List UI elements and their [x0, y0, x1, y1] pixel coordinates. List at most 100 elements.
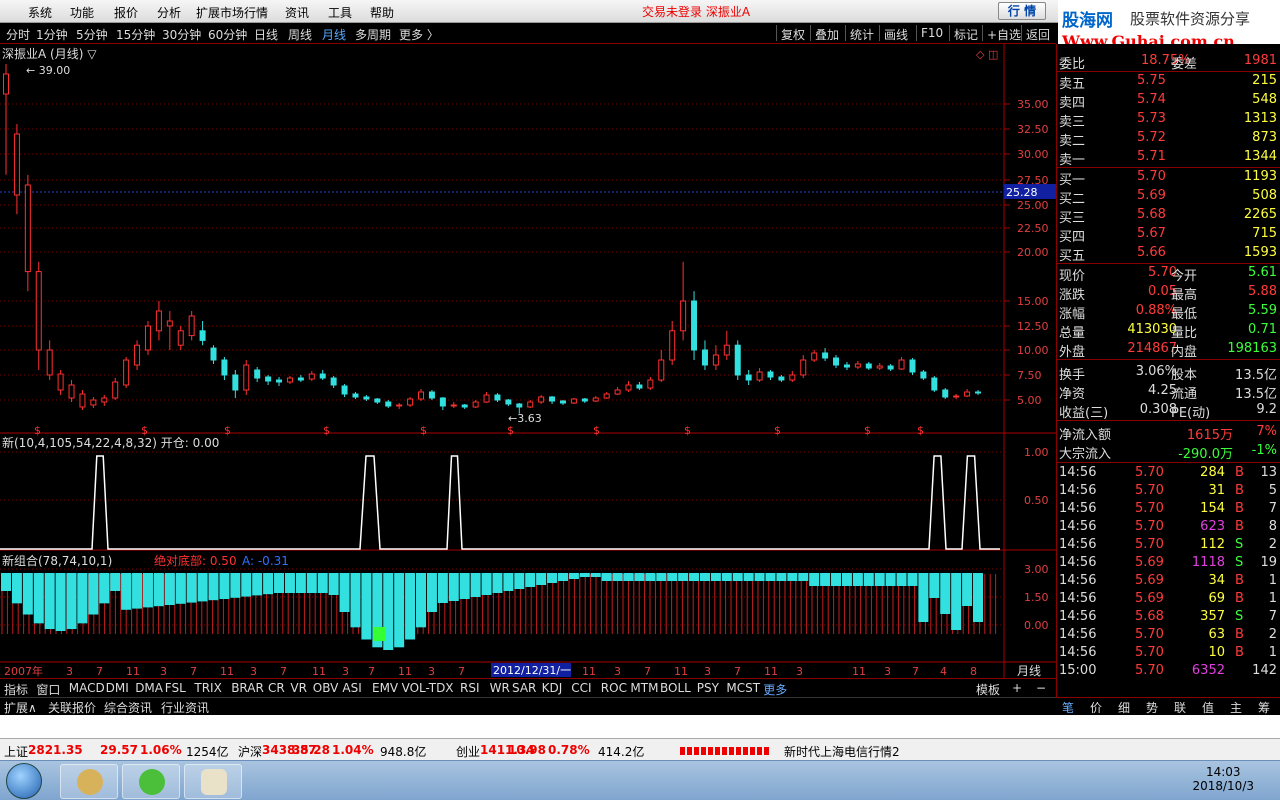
period-tab-4[interactable]: 30分钟 — [162, 26, 201, 43]
dividend-marker: $ — [507, 424, 514, 437]
period-tab-0[interactable]: 分时 — [6, 26, 30, 43]
indicator-tab-2[interactable]: MACD — [69, 681, 105, 695]
indicator-tab-6[interactable]: TRIX — [194, 681, 221, 695]
panel-tab-4[interactable]: 联 — [1174, 699, 1186, 716]
indicator-tab-11[interactable]: ASI — [342, 681, 361, 695]
ext-tab-2[interactable]: 综合资讯 — [104, 699, 152, 716]
tool-7[interactable]: 返回 — [1026, 26, 1050, 43]
menu-1[interactable]: 功能 — [70, 4, 94, 21]
indicator-tab-15[interactable]: WR — [490, 681, 510, 695]
menu-4[interactable]: 扩展市场行情 — [196, 4, 268, 21]
cyan-bar — [907, 573, 918, 586]
period-tab-9[interactable]: 多周期 — [355, 26, 391, 43]
indicator-tab-24[interactable]: 更多 — [763, 681, 787, 698]
quote-value: 214867 — [1127, 341, 1177, 356]
tool-5[interactable]: 标记 — [954, 26, 978, 43]
panel-tab-5[interactable]: 值 — [1202, 699, 1214, 716]
indicator-tab-14[interactable]: RSI — [460, 681, 480, 695]
ext-tab-3[interactable]: 行业资讯 — [161, 699, 209, 716]
cyan-bar — [601, 573, 612, 581]
indicator-tab-17[interactable]: KDJ — [542, 681, 563, 695]
period-tab-3[interactable]: 15分钟 — [116, 26, 155, 43]
period-tab-6[interactable]: 日线 — [254, 26, 278, 43]
panel-tab-6[interactable]: 主 — [1230, 699, 1242, 716]
candle-body — [549, 396, 556, 402]
ask-volume: 873 — [1252, 130, 1277, 145]
period-tab-7[interactable]: 周线 — [288, 26, 312, 43]
cursor-date: 2012/12/31/一 — [493, 664, 571, 677]
panel-tab-1[interactable]: 价 — [1090, 699, 1102, 716]
indicator-tab-12[interactable]: EMV — [372, 681, 398, 695]
candle-body — [538, 396, 545, 403]
indicator-tab-8[interactable]: CR — [268, 681, 285, 695]
menu-5[interactable]: 资讯 — [285, 4, 309, 21]
cyan-bar — [1, 573, 11, 591]
chart-corner-icons: ◇ ◫ — [976, 48, 998, 61]
index-pct-0: 1.06% — [140, 743, 182, 757]
tool-2[interactable]: 统计 — [850, 26, 874, 43]
indicator-tab-23[interactable]: MCST — [726, 681, 760, 695]
system-clock[interactable]: 14:03 2018/10/3 — [1192, 765, 1254, 793]
tool-0[interactable]: 复权 — [781, 26, 805, 43]
tick-price: 5.70 — [1135, 519, 1164, 534]
indicator-tab-5[interactable]: FSL — [165, 681, 186, 695]
panel-tab-2[interactable]: 细 — [1118, 699, 1130, 716]
tick-price: 5.70 — [1135, 483, 1164, 498]
tool-4[interactable]: F10 — [921, 26, 943, 40]
panel-tab-7[interactable]: 筹 — [1258, 699, 1270, 716]
ask-volume: 548 — [1252, 92, 1277, 107]
period-tab-10[interactable]: 更多 〉 — [399, 26, 439, 43]
y-tick-label: 7.50 — [1017, 369, 1042, 382]
taskbar-app-paint[interactable] — [184, 764, 242, 799]
menu-3[interactable]: 分析 — [157, 4, 181, 21]
panel-tab-3[interactable]: 势 — [1146, 699, 1158, 716]
menu-6[interactable]: 工具 — [328, 4, 352, 21]
taskbar-app-newtimes[interactable] — [60, 764, 118, 799]
period-tab-8[interactable]: 月线 — [322, 26, 346, 43]
candle-body — [942, 389, 949, 398]
cyan-bar — [186, 573, 197, 603]
candle-body — [559, 400, 566, 404]
indicator-right-0[interactable]: 模板 — [976, 681, 1000, 698]
indicator-tab-9[interactable]: VR — [290, 681, 307, 695]
tool-1[interactable]: 叠加 — [815, 26, 839, 43]
menu-2[interactable]: 报价 — [114, 4, 138, 21]
legend-absolute-bottom: 绝对底部: 0.50 — [154, 553, 237, 568]
quote-mode-button[interactable]: 行 情 — [998, 2, 1046, 20]
tool-6[interactable]: +自选 — [987, 26, 1021, 43]
quote-label: 外盘 — [1059, 345, 1086, 360]
period-tab-5[interactable]: 60分钟 — [208, 26, 247, 43]
indicator-tab-1[interactable]: 窗口 — [36, 681, 60, 698]
indicator-tab-3[interactable]: DMI — [106, 681, 129, 695]
tool-3[interactable]: 画线 — [884, 26, 908, 43]
indicator-tab-10[interactable]: OBV — [313, 681, 339, 695]
ext-tab-1[interactable]: 关联报价 — [48, 699, 96, 716]
panel-tab-0[interactable]: 笔 — [1062, 699, 1074, 716]
indicator-tab-13[interactable]: VOL-TDX — [402, 681, 454, 695]
indicator-tab-22[interactable]: PSY — [697, 681, 719, 695]
start-button[interactable] — [6, 763, 42, 799]
indicator-right-2[interactable]: − — [1036, 681, 1046, 695]
indicator-tab-16[interactable]: SAR — [512, 681, 536, 695]
tick-row: 14:56 5.70 31 B 5 — [1057, 482, 1280, 501]
indicator-tab-21[interactable]: BOLL — [660, 681, 691, 695]
indicator-tab-19[interactable]: ROC — [601, 681, 627, 695]
cyan-bar — [503, 573, 514, 591]
indicator-tab-20[interactable]: MTM — [630, 681, 658, 695]
period-tab-1[interactable]: 1分钟 — [36, 26, 68, 43]
period-tab-2[interactable]: 5分钟 — [76, 26, 108, 43]
cyan-bar — [973, 573, 983, 622]
kline-chart[interactable]: 35.0032.5030.0027.5025.0022.5020.0015.00… — [0, 44, 1056, 678]
indicator-tab-18[interactable]: CCI — [571, 681, 591, 695]
candle-body — [35, 271, 42, 351]
indicator-tab-4[interactable]: DMA — [135, 681, 163, 695]
menu-7[interactable]: 帮助 — [370, 4, 394, 21]
candle-body — [13, 133, 20, 196]
indicator-tab-7[interactable]: BRAR — [231, 681, 264, 695]
ext-tab-0[interactable]: 扩展∧ — [4, 699, 37, 716]
indicator-tab-0[interactable]: 指标 — [4, 681, 28, 698]
tick-price: 5.69 — [1135, 555, 1164, 570]
menu-0[interactable]: 系统 — [28, 4, 52, 21]
indicator-right-1[interactable]: + — [1012, 681, 1022, 695]
taskbar-app-browser[interactable] — [122, 764, 180, 799]
